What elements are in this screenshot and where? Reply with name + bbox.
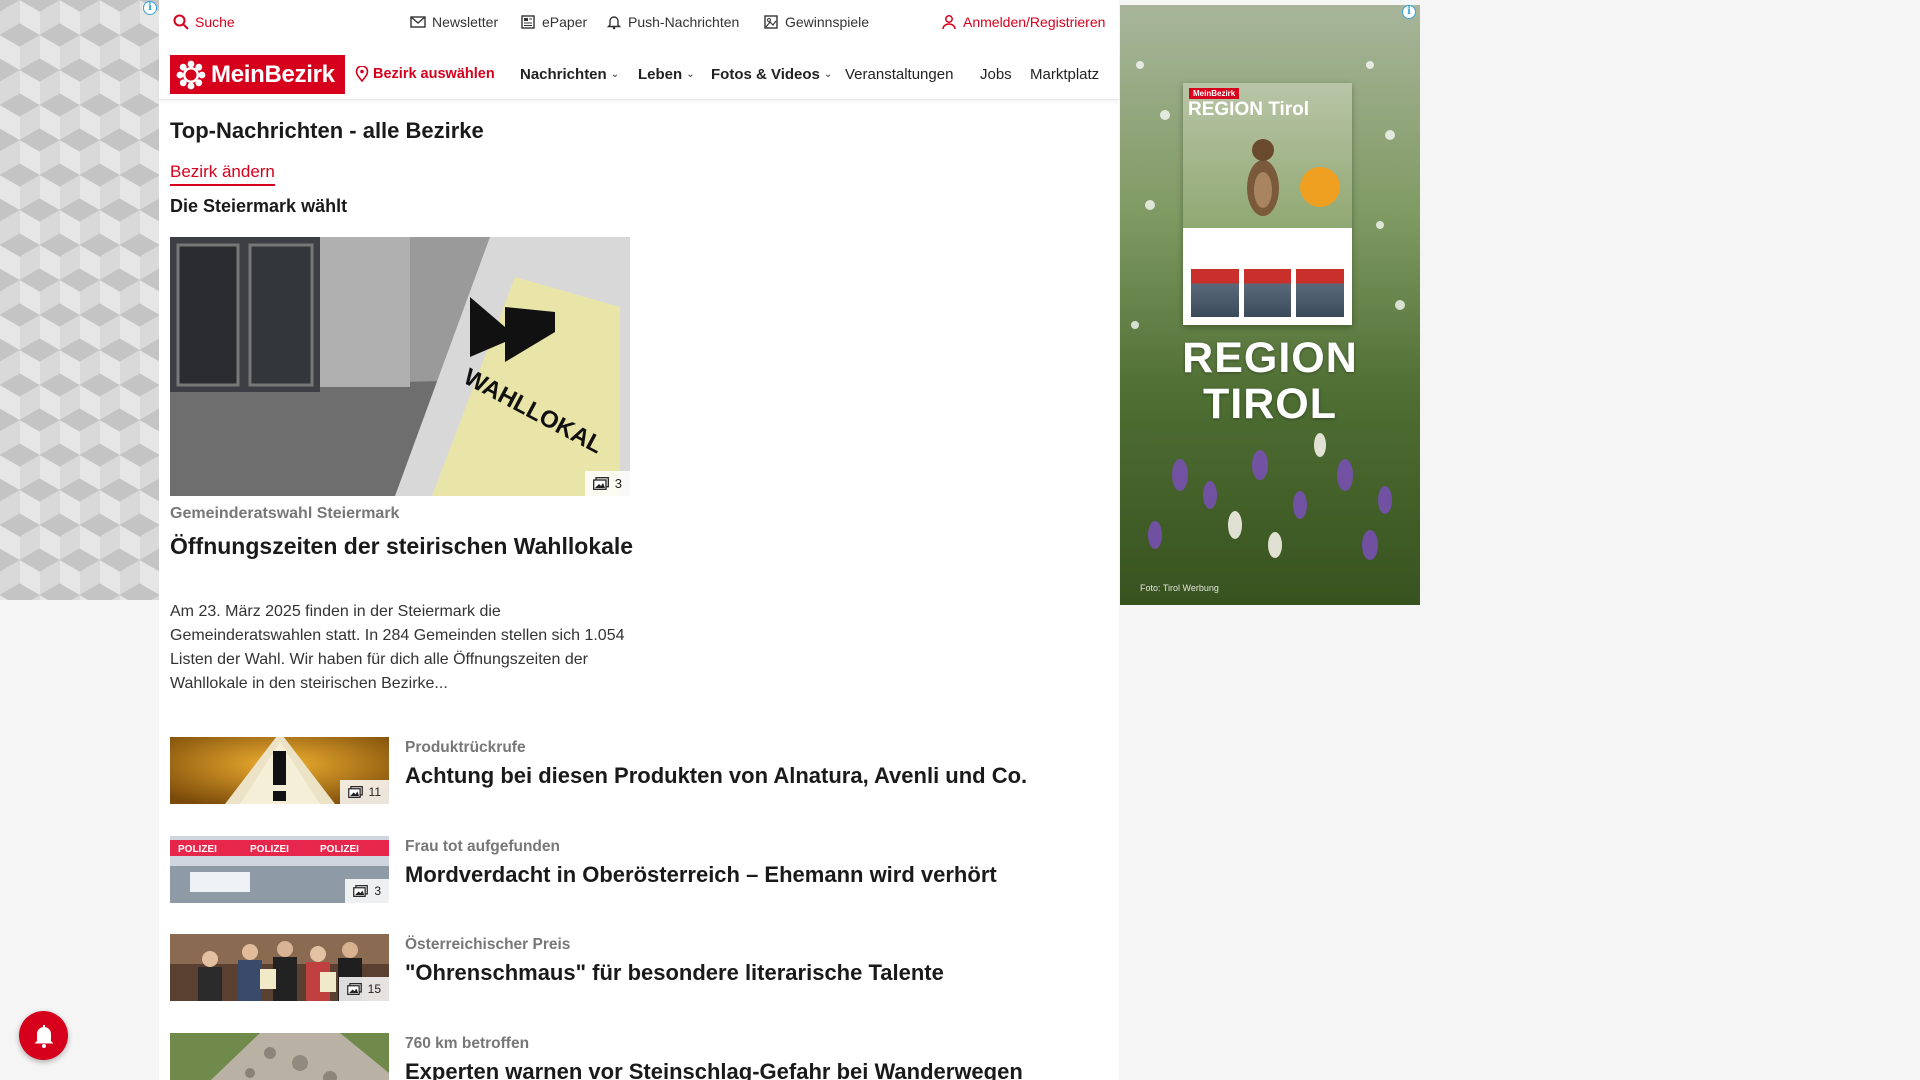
nav-marktplatz[interactable]: Marktplatz (1030, 66, 1112, 83)
bezirk-select-button[interactable]: Bezirk auswählen (355, 66, 495, 82)
article-thumbnail: 15 (170, 934, 389, 1001)
hero-title[interactable]: Öffnungszeiten der steirischen Wahllokal… (170, 531, 640, 561)
page-title: Top-Nachrichten - alle Bezirke (170, 118, 484, 143)
gewinnspiele-label: Gewinnspiele (785, 14, 870, 30)
hero-article-image[interactable]: WAHLLOKAL 3 (170, 237, 630, 496)
bezirk-change-link[interactable]: Bezirk ändern (170, 162, 275, 186)
hero-teaser: Am 23. März 2025 finden in der Steiermar… (170, 603, 625, 692)
push-notifications-link[interactable]: Push-Nachrichten (606, 14, 739, 30)
hero-kicker: Gemeinderatswahl Steiermark (170, 505, 400, 522)
police-tape-text-1: POLIZEI (178, 844, 217, 855)
login-label: Anmelden/Registrieren (963, 14, 1106, 30)
list-item[interactable]: 760 km betroffen Experten warnen vor Ste… (170, 1033, 1110, 1080)
map-pin-icon (355, 66, 369, 82)
police-tape-text-2: POLIZEI (250, 844, 289, 855)
image-gallery-icon (353, 885, 369, 897)
meinbezirk-logo[interactable]: MeinBezirk (170, 55, 345, 94)
search-icon (173, 14, 189, 30)
image-count-badge: 3 (345, 879, 389, 903)
article-kicker: Österreichischer Preis (405, 936, 571, 953)
nav-jobs-label: Jobs (980, 66, 1012, 83)
image-count: 15 (367, 982, 381, 996)
ad-headline: REGION TIROL (1120, 335, 1420, 427)
section-heading: Die Steiermark wählt (170, 196, 348, 216)
image-gallery-icon (347, 786, 363, 798)
bell-icon (606, 16, 622, 30)
nav-leben-label: Leben (638, 66, 683, 83)
epaper-link[interactable]: ePaper (520, 14, 587, 30)
nav-veranstaltungen[interactable]: Veranstaltungen (845, 66, 953, 83)
wahllokal-sign-image: WAHLLOKAL (170, 237, 630, 496)
rockfall-path-image (170, 1033, 389, 1080)
gewinnspiele-link[interactable]: Gewinnspiele (763, 14, 869, 30)
logo-flower-icon (176, 60, 206, 89)
article-thumbnail: POLIZEI POLIZEI POLIZEI 3 (170, 836, 389, 903)
search-button[interactable]: Suche (173, 14, 235, 30)
logo-text: MeinBezirk (211, 60, 335, 88)
ad-photo-credit: Foto: Tirol Werbung (1140, 583, 1219, 593)
image-count: 3 (374, 884, 381, 898)
ad-info-icon[interactable]: i (143, 1, 157, 15)
article-title[interactable]: Experten warnen vor Steinschlag-Gefahr b… (405, 1059, 1023, 1080)
search-label: Suche (195, 14, 235, 30)
skin-ad-left[interactable] (0, 0, 159, 600)
police-tape-text-3: POLIZEI (320, 844, 359, 855)
image-count-badge: 3 (584, 471, 630, 496)
image-count: 11 (368, 785, 381, 799)
article-kicker: Frau tot aufgefunden (405, 838, 560, 855)
image-count: 3 (614, 476, 622, 491)
article-kicker: 760 km betroffen (405, 1035, 530, 1052)
nav-leben[interactable]: Leben ⌄ (638, 66, 695, 83)
gift-icon (764, 15, 778, 29)
utility-bar: Suche Newsletter ePaper Push-Nachrichten… (159, 0, 1119, 48)
nav-nachrichten[interactable]: Nachrichten ⌄ (520, 66, 619, 83)
push-label: Push-Nachrichten (628, 14, 740, 30)
chevron-down-icon: ⌄ (686, 69, 695, 80)
chevron-down-icon: ⌄ (823, 69, 833, 80)
article-kicker: Produktrückrufe (405, 739, 526, 756)
ad-headline-line1: REGION (1182, 334, 1358, 382)
magazine-thumbnails (1191, 269, 1345, 317)
notification-bell-icon (34, 1024, 53, 1048)
image-count-badge: 11 (339, 780, 389, 804)
epaper-label: ePaper (542, 14, 588, 30)
magazine-badge (1300, 167, 1340, 207)
article-thumbnail (170, 1033, 389, 1080)
image-gallery-icon (346, 983, 362, 995)
marmot-image (1247, 139, 1279, 216)
login-register-link[interactable]: Anmelden/Registrieren (941, 14, 1105, 30)
list-item[interactable]: 15 Österreichischer Preis "Ohrenschmaus"… (170, 934, 1110, 1004)
nav-nachrichten-label: Nachrichten (520, 66, 607, 83)
magazine-brand: MeinBezirk (1189, 88, 1240, 99)
article-title[interactable]: "Ohrenschmaus" für besondere literarisch… (405, 960, 944, 986)
nav-fotos-videos[interactable]: Fotos & Videos ⌄ (711, 66, 832, 83)
image-count-badge: 15 (338, 977, 389, 1001)
user-icon (942, 15, 956, 30)
article-thumbnail: 11 (170, 737, 389, 804)
image-gallery-icon (592, 477, 609, 490)
magazine-title: REGION Tirol (1188, 99, 1310, 120)
nav-jobs[interactable]: Jobs (980, 66, 1012, 83)
advertisement-region-tirol[interactable]: MeinBezirk REGION Tirol REGION TIROL Fot… (1120, 5, 1420, 605)
newsletter-link[interactable]: Newsletter (410, 14, 498, 30)
main-navigation: MeinBezirk Bezirk auswählen Nachrichten ⌄… (159, 50, 1119, 100)
article-title[interactable]: Achtung bei diesen Produkten von Alnatur… (405, 763, 1027, 789)
newsletter-label: Newsletter (432, 14, 499, 30)
magazine-cover: MeinBezirk REGION Tirol (1183, 83, 1352, 325)
envelope-icon (410, 16, 426, 28)
list-item[interactable]: 11 Produktrückrufe Achtung bei diesen Pr… (170, 737, 1110, 807)
ad-headline-line2: TIROL (1203, 380, 1337, 428)
nav-marktplatz-label: Marktplatz (1030, 66, 1100, 83)
list-item[interactable]: POLIZEI POLIZEI POLIZEI 3 Frau tot aufge… (170, 836, 1110, 906)
newspaper-icon (521, 15, 535, 29)
ad-info-icon[interactable]: i (1402, 5, 1416, 19)
main-column: Suche Newsletter ePaper Push-Nachrichten… (159, 0, 1119, 1080)
nav-fotos-videos-label: Fotos & Videos (711, 66, 820, 83)
chevron-down-icon: ⌄ (610, 69, 620, 80)
bezirk-select-label: Bezirk auswählen (373, 66, 495, 82)
notification-bell-button[interactable] (19, 1011, 68, 1060)
nav-veranstaltungen-label: Veranstaltungen (845, 66, 954, 83)
article-title[interactable]: Mordverdacht in Oberösterreich – Ehemann… (405, 862, 997, 888)
